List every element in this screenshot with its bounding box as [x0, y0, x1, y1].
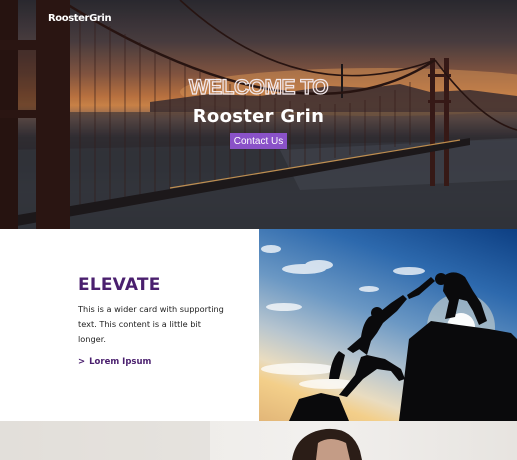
site-logo[interactable]: RoosterGrin — [48, 13, 112, 24]
portrait-image — [0, 421, 362, 460]
card-description: This is a wider card with supporting tex… — [78, 304, 224, 344]
brand-heading: Rooster Grin — [192, 106, 325, 127]
card-link-label: Lorem Ipsum — [89, 357, 152, 367]
card-link[interactable]: > Lorem Ipsum — [78, 357, 151, 367]
chevron-right-icon: > — [78, 357, 86, 367]
elevate-card: ELEVATE This is a wider card with suppor… — [0, 229, 259, 421]
contact-us-button[interactable]: Contact Us — [230, 133, 287, 149]
next-section-preview — [0, 421, 517, 460]
card-title: ELEVATE — [78, 275, 161, 295]
welcome-heading: WELCOME TO — [188, 75, 329, 99]
climbers-photo — [259, 229, 517, 421]
climbers-image — [261, 245, 517, 421]
hero-section: RoosterGrin WELCOME TO Rooster Grin Cont… — [0, 0, 517, 229]
